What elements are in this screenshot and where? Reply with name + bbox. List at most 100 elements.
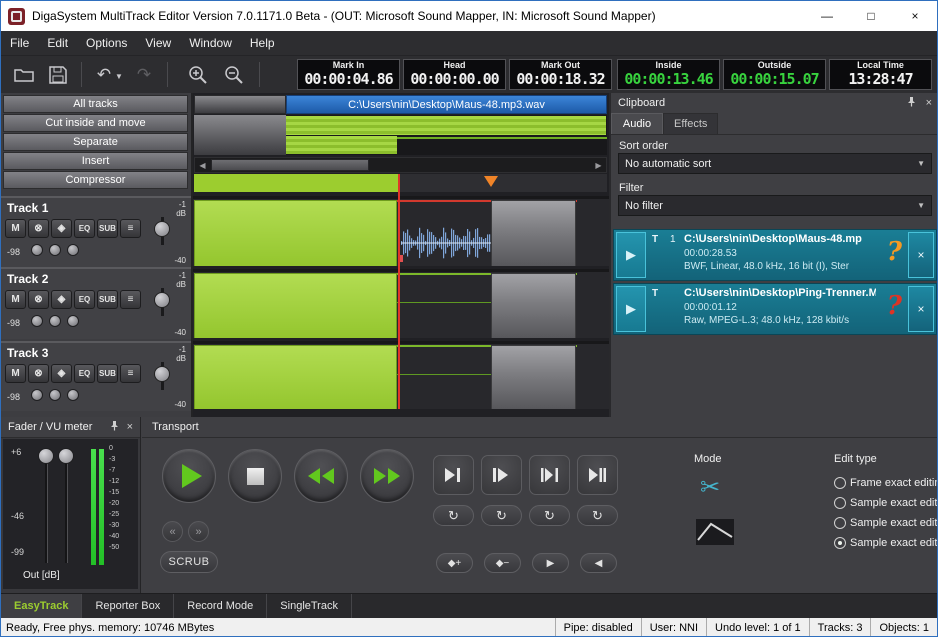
filter-select[interactable]: No filter ▼ — [618, 195, 932, 216]
timer-local-time[interactable]: Local Time 13:28:47 — [829, 59, 932, 90]
audio-clip[interactable] — [194, 200, 397, 266]
pan-button[interactable]: ◈ — [51, 219, 72, 238]
mute-button[interactable]: M — [5, 290, 26, 309]
pin-icon[interactable] — [906, 96, 917, 110]
solo-button[interactable]: ⊗ — [28, 290, 49, 309]
playhead-marker[interactable] — [484, 176, 498, 187]
track-2-lane[interactable] — [193, 269, 609, 338]
edit-cursor[interactable] — [398, 174, 400, 409]
mute-button[interactable]: M — [5, 364, 26, 383]
timer-outside[interactable]: Outside 00:00:15.07 — [723, 59, 826, 90]
track-1-lane[interactable] — [193, 196, 609, 266]
zoom-in-icon[interactable] — [185, 63, 211, 87]
track-menu-button[interactable]: ≡ — [120, 290, 141, 309]
play-entry-button[interactable]: ▶ — [616, 232, 646, 278]
scissors-icon[interactable]: ✂ — [700, 473, 720, 502]
menu-file[interactable]: File — [1, 31, 38, 55]
tool-button-all-tracks[interactable]: All tracks — [3, 95, 188, 113]
zoom-out-icon[interactable] — [221, 63, 247, 87]
open-folder-icon[interactable] — [11, 63, 37, 87]
sub-button[interactable]: SUB — [97, 364, 118, 383]
clipboard-entry[interactable]: ▶ T C:\Users\nin\Desktop\Ping-Trenner.M … — [613, 283, 937, 335]
overview-waveform[interactable] — [194, 115, 607, 155]
overview-file-title[interactable]: C:\Users\nin\Desktop\Maus-48.mp3.wav — [286, 95, 607, 114]
scroll-right-icon[interactable]: ▶ — [591, 158, 606, 172]
timeline-ruler[interactable] — [194, 174, 607, 192]
track-menu-button[interactable]: ≡ — [120, 219, 141, 238]
knob[interactable] — [67, 315, 79, 327]
close-panel-icon[interactable]: × — [127, 421, 133, 433]
scrollbar-thumb[interactable] — [211, 159, 369, 171]
play-button[interactable] — [162, 449, 216, 503]
skip-forward-button[interactable]: » — [188, 521, 209, 542]
timer-head[interactable]: Head 00:00:00.00 — [403, 59, 506, 90]
solo-button[interactable]: ⊗ — [28, 219, 49, 238]
eq-button[interactable]: EQ — [74, 290, 95, 309]
knob[interactable] — [67, 389, 79, 401]
close-button[interactable]: × — [893, 1, 937, 31]
marker-add-button[interactable]: ◆+ — [436, 553, 473, 573]
timer-mark-out[interactable]: Mark Out 00:00:18.32 — [509, 59, 612, 90]
step-forward-button[interactable]: ▶ — [532, 553, 569, 573]
menu-options[interactable]: Options — [77, 31, 136, 55]
redo-icon[interactable]: ↷ — [131, 63, 157, 87]
knob[interactable] — [31, 315, 43, 327]
close-panel-icon[interactable]: × — [926, 97, 932, 109]
audio-clip[interactable] — [194, 273, 397, 338]
knob[interactable] — [49, 315, 61, 327]
menu-view[interactable]: View — [136, 31, 180, 55]
pending-clip[interactable] — [491, 273, 576, 338]
pin-icon[interactable] — [109, 420, 120, 434]
minimize-button[interactable]: — — [805, 1, 849, 31]
radio-sample-exact-at[interactable] — [834, 497, 846, 509]
output-fader-handle[interactable] — [38, 448, 54, 464]
radio-frame-exact[interactable] — [834, 477, 846, 489]
save-icon[interactable] — [45, 63, 71, 87]
play-in-to-out-button[interactable] — [529, 455, 570, 495]
track-menu-button[interactable]: ≡ — [120, 364, 141, 383]
audio-clip[interactable] — [194, 345, 397, 409]
menu-help[interactable]: Help — [241, 31, 284, 55]
fast-forward-button[interactable] — [360, 449, 414, 503]
pending-clip[interactable] — [491, 200, 576, 266]
eq-button[interactable]: EQ — [74, 364, 95, 383]
solo-button[interactable]: ⊗ — [28, 364, 49, 383]
play-entry-button[interactable]: ▶ — [616, 286, 646, 332]
tool-button-cut-inside-and-move[interactable]: Cut inside and move — [3, 114, 188, 132]
clipboard-entry[interactable]: ▶ T 1 C:\Users\nin\Desktop\Maus-48.mp 00… — [613, 229, 937, 281]
maximize-button[interactable]: □ — [849, 1, 893, 31]
scrub-button[interactable]: SCRUB — [160, 551, 218, 573]
undo-dropdown-icon[interactable]: ▼ — [115, 72, 123, 81]
loop-toggle[interactable]: ↻ — [481, 505, 522, 526]
menu-edit[interactable]: Edit — [38, 31, 77, 55]
track-3-lane[interactable] — [193, 341, 609, 409]
menu-window[interactable]: Window — [180, 31, 241, 55]
timer-inside[interactable]: Inside 00:00:13.46 — [617, 59, 720, 90]
step-back-button[interactable]: ◀ — [580, 553, 617, 573]
sort-order-select[interactable]: No automatic sort ▼ — [618, 153, 932, 174]
sub-button[interactable]: SUB — [97, 219, 118, 238]
stop-button[interactable] — [228, 449, 282, 503]
output-fader-handle[interactable] — [58, 448, 74, 464]
sub-button[interactable]: SUB — [97, 290, 118, 309]
marker-remove-button[interactable]: ◆− — [484, 553, 521, 573]
remove-entry-button[interactable]: × — [908, 232, 934, 278]
play-over-cut-button[interactable] — [577, 455, 618, 495]
knob[interactable] — [31, 389, 43, 401]
play-cut-button[interactable] — [433, 455, 474, 495]
tool-button-compressor[interactable]: Compressor — [3, 171, 188, 189]
pending-clip[interactable] — [491, 345, 576, 409]
skip-back-button[interactable]: « — [162, 521, 183, 542]
knob[interactable] — [31, 244, 43, 256]
play-from-in-button[interactable] — [481, 455, 522, 495]
tab-effects[interactable]: Effects — [663, 113, 718, 134]
radio-sample-exact-2[interactable] — [834, 517, 846, 529]
mute-button[interactable]: M — [5, 219, 26, 238]
scroll-left-icon[interactable]: ◀ — [195, 158, 210, 172]
track-fader-handle[interactable] — [154, 292, 170, 308]
loop-toggle[interactable]: ↻ — [529, 505, 570, 526]
remove-entry-button[interactable]: × — [908, 286, 934, 332]
tool-button-separate[interactable]: Separate — [3, 133, 188, 151]
undo-icon[interactable]: ↶ — [91, 63, 117, 87]
loop-toggle[interactable]: ↻ — [433, 505, 474, 526]
